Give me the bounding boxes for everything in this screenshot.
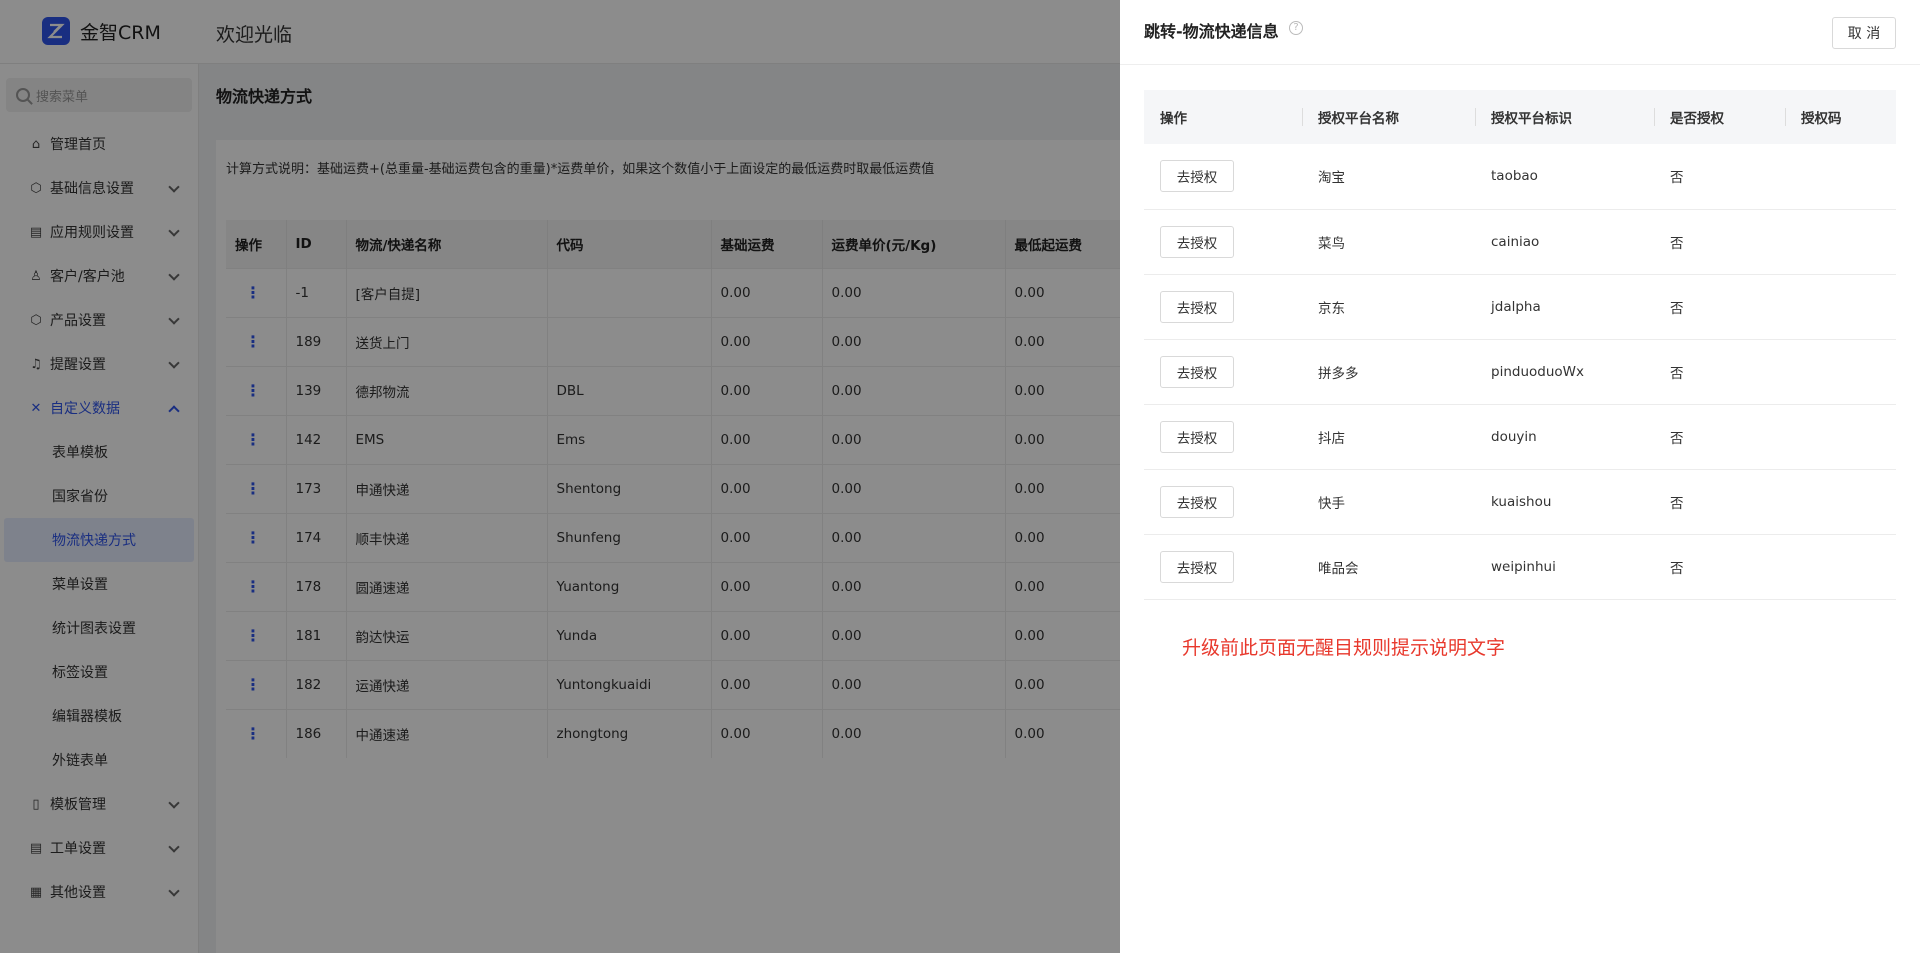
col-header: 操作 bbox=[1144, 90, 1302, 144]
col-header: 授权码 bbox=[1785, 90, 1896, 144]
row-actions-cell: 去授权 bbox=[1144, 274, 1302, 340]
table-cell: 否 bbox=[1654, 209, 1785, 275]
row-actions-cell: 去授权 bbox=[1144, 209, 1302, 275]
table-cell: weipinhui bbox=[1475, 534, 1654, 600]
table-cell: taobao bbox=[1475, 144, 1654, 210]
table-row: 去授权 菜鸟 cainiao 否 bbox=[1144, 209, 1896, 275]
drawer-header: 跳转-物流快递信息 ? 取 消 bbox=[1120, 0, 1920, 65]
row-actions-cell: 去授权 bbox=[1144, 339, 1302, 405]
table-cell bbox=[1785, 209, 1896, 275]
table-cell: 快手 bbox=[1302, 469, 1475, 535]
table-cell: kuaishou bbox=[1475, 469, 1654, 535]
col-header-label: 授权码 bbox=[1801, 111, 1842, 127]
table-cell: 否 bbox=[1654, 404, 1785, 470]
table-cell: 否 bbox=[1654, 534, 1785, 600]
col-header-label: 操作 bbox=[1160, 111, 1187, 127]
table-cell: cainiao bbox=[1475, 209, 1654, 275]
authorize-button[interactable]: 去授权 bbox=[1160, 355, 1234, 388]
authorize-button[interactable]: 去授权 bbox=[1160, 225, 1234, 258]
upgrade-note: 升级前此页面无醒目规则提示说明文字 bbox=[1182, 637, 1506, 659]
table-cell: 淘宝 bbox=[1302, 144, 1475, 210]
authorize-button[interactable]: 去授权 bbox=[1160, 420, 1234, 453]
table-row: 去授权 京东 jdalpha 否 bbox=[1144, 274, 1896, 340]
table-cell bbox=[1785, 339, 1896, 405]
table-cell: 否 bbox=[1654, 144, 1785, 210]
table-cell: 抖店 bbox=[1302, 404, 1475, 470]
table-row: 去授权 快手 kuaishou 否 bbox=[1144, 469, 1896, 535]
table-cell: 菜鸟 bbox=[1302, 209, 1475, 275]
table-cell: 否 bbox=[1654, 274, 1785, 340]
table-cell: douyin bbox=[1475, 404, 1654, 470]
table-cell: pinduoduoWx bbox=[1475, 339, 1654, 405]
table-cell bbox=[1785, 534, 1896, 600]
table-cell: 否 bbox=[1654, 469, 1785, 535]
table-header-row: 操作 授权平台名称 授权平台标识 是否授权 授权码 bbox=[1144, 90, 1896, 144]
table-row: 去授权 抖店 douyin 否 bbox=[1144, 404, 1896, 470]
table-cell bbox=[1785, 144, 1896, 210]
row-actions-cell: 去授权 bbox=[1144, 469, 1302, 535]
col-header-label: 是否授权 bbox=[1670, 111, 1724, 127]
cancel-button[interactable]: 取 消 bbox=[1832, 17, 1896, 49]
col-header-label: 授权平台标识 bbox=[1491, 111, 1572, 127]
table-cell: 否 bbox=[1654, 339, 1785, 405]
table-cell: jdalpha bbox=[1475, 274, 1654, 340]
authorize-button[interactable]: 去授权 bbox=[1160, 160, 1234, 193]
authorize-button[interactable]: 去授权 bbox=[1160, 550, 1234, 583]
table-cell bbox=[1785, 274, 1896, 340]
authorize-button[interactable]: 去授权 bbox=[1160, 485, 1234, 518]
col-header-label: 授权平台名称 bbox=[1318, 111, 1399, 127]
authorize-button[interactable]: 去授权 bbox=[1160, 290, 1234, 323]
table-row: 去授权 拼多多 pinduoduoWx 否 bbox=[1144, 339, 1896, 405]
table-row: 去授权 唯品会 weipinhui 否 bbox=[1144, 534, 1896, 600]
row-actions-cell: 去授权 bbox=[1144, 404, 1302, 470]
drawer-title: 跳转-物流快递信息 bbox=[1144, 22, 1279, 41]
col-header: 是否授权 bbox=[1654, 90, 1785, 144]
table-cell bbox=[1785, 469, 1896, 535]
table-cell: 京东 bbox=[1302, 274, 1475, 340]
modal-overlay[interactable] bbox=[0, 0, 1120, 953]
row-actions-cell: 去授权 bbox=[1144, 534, 1302, 600]
table-cell: 唯品会 bbox=[1302, 534, 1475, 600]
col-header: 授权平台标识 bbox=[1475, 90, 1654, 144]
logistics-drawer: 跳转-物流快递信息 ? 取 消 操作 授权平台名称 授权平台标识 是否授权 授权… bbox=[1120, 0, 1920, 953]
table-cell: 拼多多 bbox=[1302, 339, 1475, 405]
auth-table: 操作 授权平台名称 授权平台标识 是否授权 授权码 去授权 淘宝 taobao 否去授… bbox=[1144, 90, 1896, 600]
table-cell bbox=[1785, 404, 1896, 470]
col-header: 授权平台名称 bbox=[1302, 90, 1475, 144]
table-row: 去授权 淘宝 taobao 否 bbox=[1144, 144, 1896, 210]
help-icon[interactable]: ? bbox=[1289, 21, 1303, 35]
row-actions-cell: 去授权 bbox=[1144, 144, 1302, 210]
